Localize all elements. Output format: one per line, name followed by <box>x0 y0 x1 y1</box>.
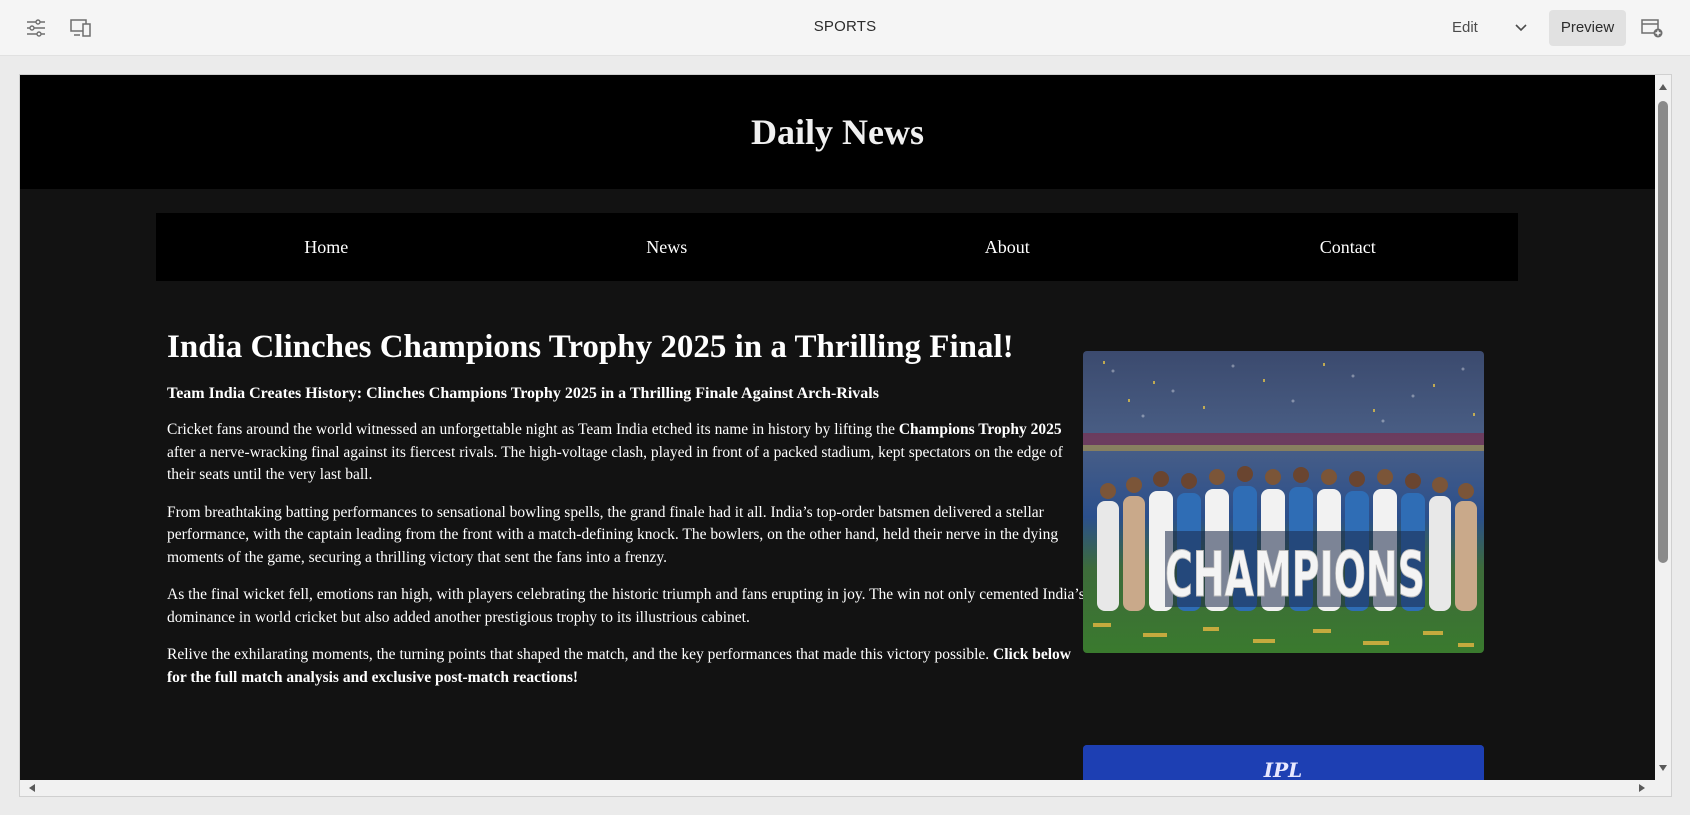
article-subheading: Team India Creates History: Clinches Cha… <box>167 385 879 402</box>
article-headline: India Clinches Champions Trophy 2025 in … <box>167 329 1014 365</box>
scroll-up-arrow-icon[interactable] <box>1655 79 1671 95</box>
article: India Clinches Champions Trophy 2025 in … <box>167 325 1087 704</box>
site-header: Daily News <box>20 75 1655 189</box>
scroll-left-arrow-icon[interactable] <box>24 780 40 796</box>
page-name: SPORTS <box>813 18 877 35</box>
scroll-right-arrow-icon[interactable] <box>1634 780 1650 796</box>
article-paragraph-4: Relive the exhilarating moments, the tur… <box>167 646 1071 686</box>
nav-about[interactable]: About <box>837 213 1178 281</box>
champions-sign-text: CHAMPIONS <box>1165 538 1425 611</box>
scrollbar-corner <box>1655 780 1671 796</box>
scroll-down-arrow-icon[interactable] <box>1655 760 1671 776</box>
preview-button[interactable]: Preview <box>1549 10 1626 46</box>
add-panel-icon[interactable] <box>1638 14 1666 42</box>
edit-mode-button[interactable]: Edit <box>1452 16 1478 40</box>
article-paragraph-3: As the final wicket fell, emotions ran h… <box>167 586 1085 626</box>
champions-photo: CHAMPIONS <box>1083 351 1484 653</box>
page-viewport: Daily News Home News About Contact India… <box>20 75 1655 780</box>
nav-contact[interactable]: Contact <box>1178 213 1519 281</box>
ipl-photo: IPL <box>1083 745 1484 780</box>
nav-news[interactable]: News <box>497 213 838 281</box>
ipl-logo-text: IPL <box>1263 758 1302 780</box>
site-title: Daily News <box>751 112 924 152</box>
article-paragraph-1: Cricket fans around the world witnessed … <box>167 421 1063 483</box>
editor-toolbar: SPORTS Edit Preview <box>0 0 1690 56</box>
article-paragraph-2: From breathtaking batting performances t… <box>167 503 1059 566</box>
main-nav: Home News About Contact <box>156 213 1518 281</box>
preview-frame: Daily News Home News About Contact India… <box>19 74 1672 797</box>
vertical-scroll-thumb[interactable] <box>1658 101 1668 563</box>
nav-home[interactable]: Home <box>156 213 497 281</box>
horizontal-scrollbar[interactable] <box>20 780 1655 796</box>
vertical-scrollbar[interactable] <box>1655 75 1671 780</box>
chevron-down-icon[interactable] <box>1510 16 1532 40</box>
